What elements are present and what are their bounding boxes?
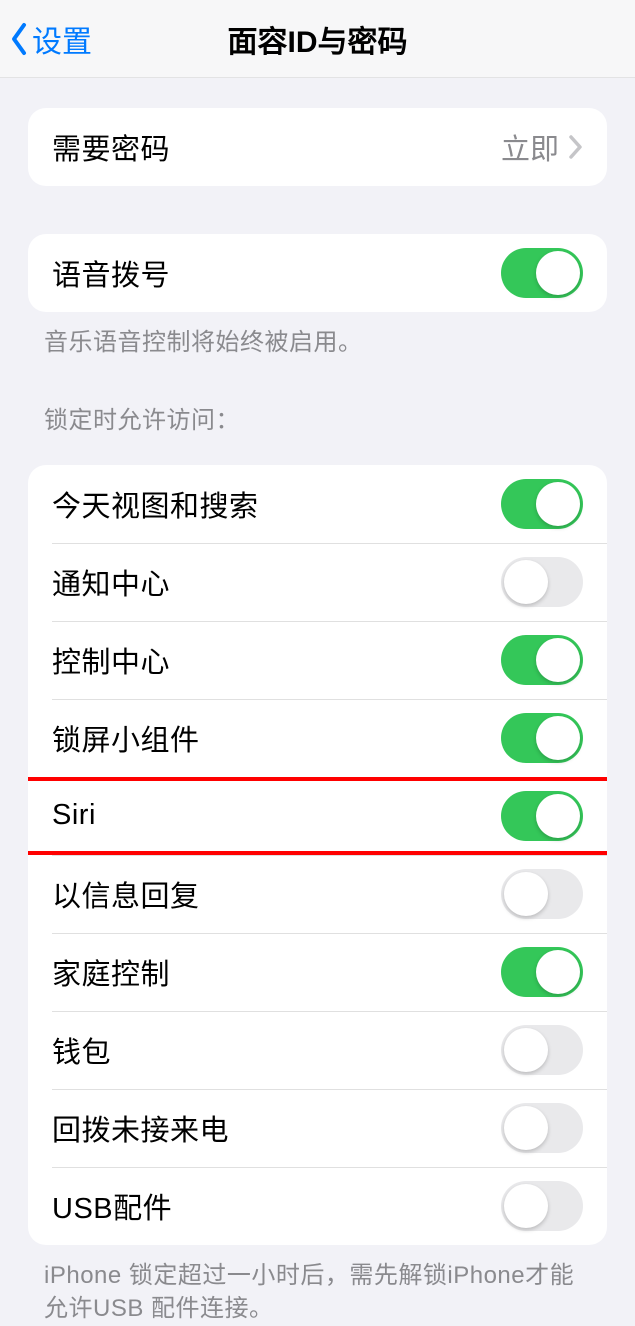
lock-access-row: 回拨未接来电: [28, 1089, 607, 1167]
voice-dial-footer: 音乐语音控制将始终被启用。: [0, 312, 635, 360]
require-passcode-value: 立即: [501, 126, 559, 168]
lock-access-toggle[interactable]: [501, 1181, 583, 1231]
lock-access-toggle[interactable]: [501, 635, 583, 685]
chevron-left-icon: [8, 21, 30, 57]
back-button[interactable]: 设置: [8, 17, 92, 61]
require-passcode-row[interactable]: 需要密码 立即: [28, 108, 607, 186]
lock-access-toggle[interactable]: [501, 947, 583, 997]
lock-access-row: USB配件: [28, 1167, 607, 1245]
lock-access-toggle[interactable]: [501, 713, 583, 763]
lock-access-item-label: 锁屏小组件: [52, 717, 200, 759]
lock-access-row: 控制中心: [28, 621, 607, 699]
content: 需要密码 立即 语音拨号 音乐语音控制将始终被启用。 锁定时允许访问： 今天视图…: [0, 108, 635, 1326]
lock-access-item-label: 通知中心: [52, 561, 170, 603]
voice-dial-toggle[interactable]: [501, 248, 583, 298]
lock-access-row: 通知中心: [28, 543, 607, 621]
nav-bar: 设置 面容ID与密码: [0, 0, 635, 78]
lock-access-row: 钱包: [28, 1011, 607, 1089]
back-label: 设置: [32, 17, 92, 61]
lock-access-toggle[interactable]: [501, 791, 583, 841]
lock-access-row: Siri: [28, 777, 607, 855]
lock-access-toggle[interactable]: [501, 1103, 583, 1153]
voice-dial-label: 语音拨号: [52, 252, 170, 294]
lock-access-row: 锁屏小组件: [28, 699, 607, 777]
lock-access-item-label: 钱包: [52, 1029, 111, 1071]
lock-access-group: 今天视图和搜索通知中心控制中心锁屏小组件 Siri 以信息回复家庭控制钱包回拨未接来…: [28, 465, 607, 1245]
lock-access-footer: iPhone 锁定超过一小时后，需先解锁iPhone才能允许USB 配件连接。: [0, 1245, 635, 1326]
lock-access-toggle[interactable]: [501, 1025, 583, 1075]
lock-access-item-label: 今天视图和搜索: [52, 483, 259, 525]
lock-access-item-label: Siri: [52, 799, 96, 832]
lock-access-row: 以信息回复: [28, 855, 607, 933]
require-passcode-label: 需要密码: [52, 126, 170, 168]
voice-dial-group: 语音拨号: [28, 234, 607, 312]
lock-access-item-label: 回拨未接来电: [52, 1107, 229, 1149]
lock-access-toggle[interactable]: [501, 479, 583, 529]
lock-access-item-label: 家庭控制: [52, 951, 170, 993]
voice-dial-row: 语音拨号: [28, 234, 607, 312]
lock-access-item-label: 以信息回复: [52, 873, 200, 915]
lock-access-toggle[interactable]: [501, 557, 583, 607]
lock-access-row: 家庭控制: [28, 933, 607, 1011]
lock-access-toggle[interactable]: [501, 869, 583, 919]
chevron-right-icon: [569, 135, 583, 159]
lock-access-header: 锁定时允许访问：: [0, 400, 635, 447]
page-title: 面容ID与密码: [0, 17, 635, 61]
require-passcode-group: 需要密码 立即: [28, 108, 607, 186]
lock-access-row: 今天视图和搜索: [28, 465, 607, 543]
lock-access-item-label: 控制中心: [52, 639, 170, 681]
lock-access-item-label: USB配件: [52, 1185, 172, 1227]
